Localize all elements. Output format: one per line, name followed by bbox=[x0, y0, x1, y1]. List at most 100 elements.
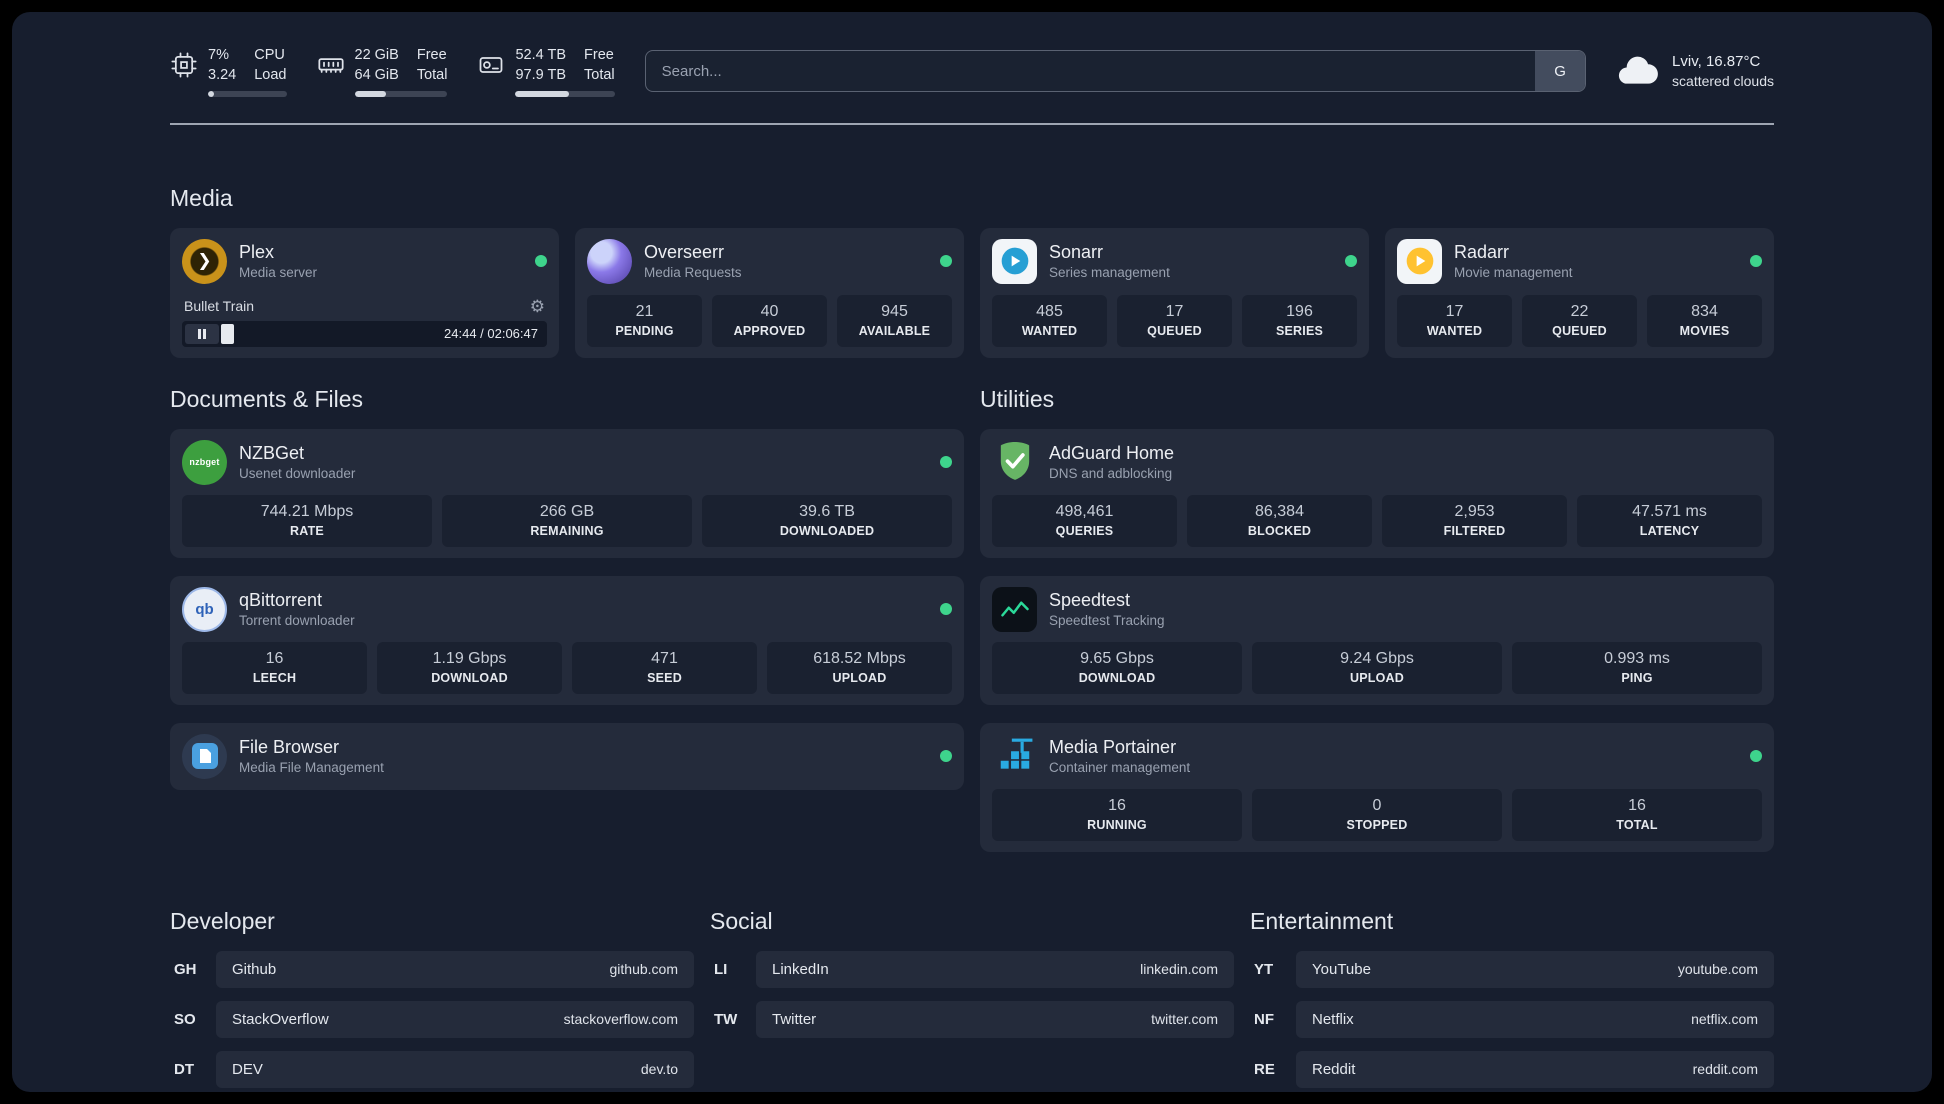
bookmark-row: RE Reddit reddit.com bbox=[1250, 1050, 1774, 1088]
stat-label: QUERIES bbox=[1055, 523, 1114, 538]
gear-icon[interactable]: ⚙ bbox=[530, 298, 545, 315]
service-name: Radarr bbox=[1454, 241, 1510, 262]
stat-tile: 196 SERIES bbox=[1242, 294, 1357, 347]
status-dot bbox=[1750, 750, 1762, 763]
documents-column: Documents & Files nzbget NZBGet Usenet d… bbox=[170, 386, 964, 790]
bookmark-domain: youtube.com bbox=[1677, 961, 1758, 978]
bookmark-abbr: DT bbox=[174, 1060, 194, 1078]
stat-value: 485 bbox=[1036, 302, 1063, 320]
stat-value: 16 bbox=[1628, 796, 1646, 814]
pause-icon bbox=[198, 328, 206, 339]
service-name: Media Portainer bbox=[1049, 736, 1177, 757]
section-title-documents: Documents & Files bbox=[170, 385, 364, 412]
service-card-sonarr[interactable]: Sonarr Series management 485 WANTED 17 Q… bbox=[980, 227, 1369, 358]
bookmark-link-youtube[interactable]: YouTube youtube.com bbox=[1296, 950, 1774, 988]
service-subtitle: Media File Management bbox=[239, 760, 384, 776]
bookmark-group-developer: Developer GH Github github.com SO StackO… bbox=[170, 908, 694, 1088]
weather-condition: scattered clouds bbox=[1672, 73, 1774, 90]
stat-label: PING bbox=[1621, 670, 1653, 685]
stat-tile: 945 AVAILABLE bbox=[837, 294, 952, 347]
section-title-developer: Developer bbox=[170, 907, 275, 934]
bookmark-link-stackoverflow[interactable]: StackOverflow stackoverflow.com bbox=[216, 1000, 694, 1038]
bookmark-link-dev[interactable]: DEV dev.to bbox=[216, 1050, 694, 1088]
stat-label: RUNNING bbox=[1087, 817, 1147, 832]
stat-label: RATE bbox=[290, 523, 324, 538]
service-card-radarr[interactable]: Radarr Movie management 17 WANTED 22 QUE… bbox=[1385, 227, 1774, 358]
service-card-portainer[interactable]: Media Portainer Container management 16 … bbox=[980, 722, 1774, 852]
stat-label: FILTERED bbox=[1443, 523, 1506, 538]
filebrowser-icon bbox=[182, 733, 227, 779]
search-input[interactable] bbox=[645, 51, 1536, 92]
service-card-nzbget[interactable]: nzbget NZBGet Usenet downloader 744.21 M… bbox=[170, 428, 964, 558]
bookmark-link-netflix[interactable]: Netflix netflix.com bbox=[1296, 1000, 1774, 1038]
bookmark-name: Twitter bbox=[772, 1010, 817, 1028]
ram-progress-fill bbox=[354, 90, 387, 97]
stat-label: QUEUED bbox=[1552, 323, 1607, 338]
service-card-filebrowser[interactable]: File Browser Media File Management bbox=[170, 722, 964, 790]
service-subtitle: Movie management bbox=[1454, 265, 1573, 281]
stat-label: QUEUED bbox=[1147, 323, 1202, 338]
stat-label: UPLOAD bbox=[832, 670, 887, 685]
sonarr-icon bbox=[992, 238, 1037, 284]
cpu-label-bottom: Load bbox=[254, 66, 287, 83]
cpu-label-top: CPU bbox=[254, 47, 285, 63]
stat-tile: 834 MOVIES bbox=[1647, 294, 1762, 347]
ram-label-top: Free bbox=[416, 47, 447, 63]
stat-value: 22 bbox=[1570, 302, 1589, 320]
stat-tile: 22 QUEUED bbox=[1522, 294, 1637, 347]
stat-value: 471 bbox=[651, 649, 678, 667]
disk-progress-bar bbox=[515, 90, 615, 97]
stat-label: WANTED bbox=[1426, 323, 1483, 338]
stat-tile: 618.52 Mbps UPLOAD bbox=[767, 641, 952, 694]
service-card-adguard[interactable]: AdGuard Home DNS and adblocking 498,461 … bbox=[980, 428, 1774, 558]
service-card-speedtest[interactable]: Speedtest Speedtest Tracking 9.65 Gbps D… bbox=[980, 575, 1774, 705]
stat-value: 618.52 Mbps bbox=[813, 649, 906, 667]
disk-widget: 52.4 TB Free 97.9 TB Total bbox=[477, 46, 615, 97]
section-title-media: Media bbox=[170, 184, 233, 211]
stat-value: 9.24 Gbps bbox=[1340, 649, 1414, 667]
plex-icon: ❯ bbox=[182, 238, 227, 284]
ram-icon bbox=[317, 51, 345, 84]
speedtest-icon bbox=[992, 586, 1037, 632]
filebrowser-inner-badge bbox=[191, 743, 218, 770]
screen-frame: 7% CPU 3.24 Load 22 GiB Free 64 GiB Tota… bbox=[0, 0, 1944, 1104]
cpu-progress-bar bbox=[208, 90, 287, 97]
ram-total: 64 GiB bbox=[354, 66, 399, 83]
stat-value: 834 bbox=[1691, 302, 1718, 320]
bookmark-name: DEV bbox=[232, 1060, 263, 1078]
stat-label: AVAILABLE bbox=[858, 323, 931, 338]
pause-button[interactable] bbox=[185, 323, 219, 344]
service-card-plex[interactable]: ❯ Plex Media server Bullet Train ⚙ 24:44… bbox=[170, 227, 559, 358]
stat-label: DOWNLOADED bbox=[779, 523, 875, 538]
bookmark-link-linkedin[interactable]: LinkedIn linkedin.com bbox=[756, 950, 1234, 988]
service-name: AdGuard Home bbox=[1049, 442, 1175, 463]
bookmark-name: LinkedIn bbox=[772, 960, 829, 978]
stat-tile: 16 RUNNING bbox=[992, 788, 1242, 841]
stat-label: REMAINING bbox=[530, 523, 604, 538]
bookmark-link-reddit[interactable]: Reddit reddit.com bbox=[1296, 1050, 1774, 1088]
stat-value: 21 bbox=[635, 302, 654, 320]
stat-value: 16 bbox=[1108, 796, 1126, 814]
cpu-load: 3.24 bbox=[208, 66, 237, 83]
service-name: Speedtest bbox=[1049, 589, 1131, 610]
stat-tile: 21 PENDING bbox=[587, 294, 702, 347]
nzbget-icon: nzbget bbox=[182, 439, 227, 485]
search-provider-button[interactable]: G bbox=[1535, 51, 1586, 92]
seek-track[interactable] bbox=[221, 323, 436, 344]
utilities-column: Utilities AdGuard Home DNS and adblockin… bbox=[980, 386, 1774, 852]
bookmark-link-twitter[interactable]: Twitter twitter.com bbox=[756, 1000, 1234, 1038]
media-grid: ❯ Plex Media server Bullet Train ⚙ 24:44… bbox=[170, 227, 1774, 358]
stat-label: UPLOAD bbox=[1350, 670, 1404, 685]
qbittorrent-logo-text: qb bbox=[195, 600, 214, 618]
disk-label-bottom: Total bbox=[584, 66, 615, 83]
bookmark-row: YT YouTube youtube.com bbox=[1250, 950, 1774, 988]
bookmark-link-github[interactable]: Github github.com bbox=[216, 950, 694, 988]
service-card-overseerr[interactable]: Overseerr Media Requests 21 PENDING 40 A… bbox=[575, 227, 964, 358]
service-name: qBittorrent bbox=[239, 589, 323, 610]
stat-value: 40 bbox=[760, 302, 779, 320]
stat-tile: 485 WANTED bbox=[992, 294, 1107, 347]
stat-value: 9.65 Gbps bbox=[1080, 649, 1154, 667]
service-card-qbittorrent[interactable]: qb qBittorrent Torrent downloader 16 LEE… bbox=[170, 575, 964, 705]
overseerr-icon bbox=[587, 238, 632, 284]
bookmark-abbr: YT bbox=[1254, 960, 1274, 978]
